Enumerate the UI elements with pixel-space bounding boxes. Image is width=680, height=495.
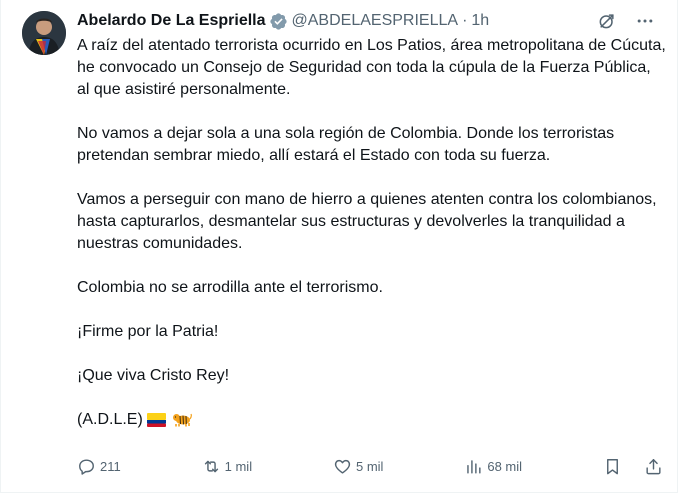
tweet-paragraph: ¡Que viva Cristo Rey! [77,367,230,384]
tweet-text: A raíz del atentado terrorista ocurrido … [77,35,667,431]
avatar-image [22,11,66,55]
colombia-flag-icon [146,412,166,427]
repost-count: 1 mil [224,458,253,474]
bookmark-button[interactable] [603,457,622,476]
author-display-name[interactable]: Abelardo De La Espriella [77,10,266,32]
tweet-paragraph: A raíz del atentado terrorista ocurrido … [77,37,666,98]
tweet-paragraph: Vamos a perseguir con mano de hierro a q… [77,191,657,252]
repost-button[interactable]: 1 mil [202,457,252,476]
grok-icon[interactable] [597,11,617,31]
more-options-icon[interactable] [635,11,655,31]
repost-icon [204,460,218,472]
verified-badge-icon[interactable] [269,12,288,31]
reply-icon [79,458,94,475]
tweet-signature-line: (A.D.L.E) [77,409,667,431]
tweet-paragraph: Colombia no se arrodilla ante el terrori… [77,279,383,296]
tweet-secondary-actions [603,457,663,476]
heart-icon [334,459,351,474]
tweet-signature: (A.D.L.E) [77,411,143,428]
reply-count: 211 [100,458,121,474]
separator-dot: · [462,12,468,29]
avatar[interactable] [22,11,66,55]
tweet-timestamp[interactable]: 1h [471,10,489,32]
tweet-card[interactable]: Abelardo De La Espriella @ABDELAESPRIELL… [0,0,678,493]
views-count: 68 mil [487,458,523,474]
reply-button[interactable]: 211 [77,457,121,476]
tiger-icon [172,411,192,427]
views-button[interactable]: 68 mil [464,457,522,476]
author-handle[interactable]: @ABDELAESPRIELLA [292,10,459,32]
tweet-paragraph: ¡Firme por la Patria! [77,323,219,340]
like-button[interactable]: 5 mil [333,457,383,476]
bookmark-icon [606,458,618,474]
share-button[interactable] [644,457,663,476]
like-count: 5 mil [356,458,384,474]
tweet-header: Abelardo De La Espriella @ABDELAESPRIELL… [77,10,489,32]
tweet-top-actions [597,11,655,31]
tweet-action-bar: 211 1 mil 5 mil 68 mil [77,455,663,477]
share-icon [646,458,661,474]
tweet-paragraph: No vamos a dejar sola a una sola región … [77,125,615,164]
views-chart-icon [467,459,481,474]
